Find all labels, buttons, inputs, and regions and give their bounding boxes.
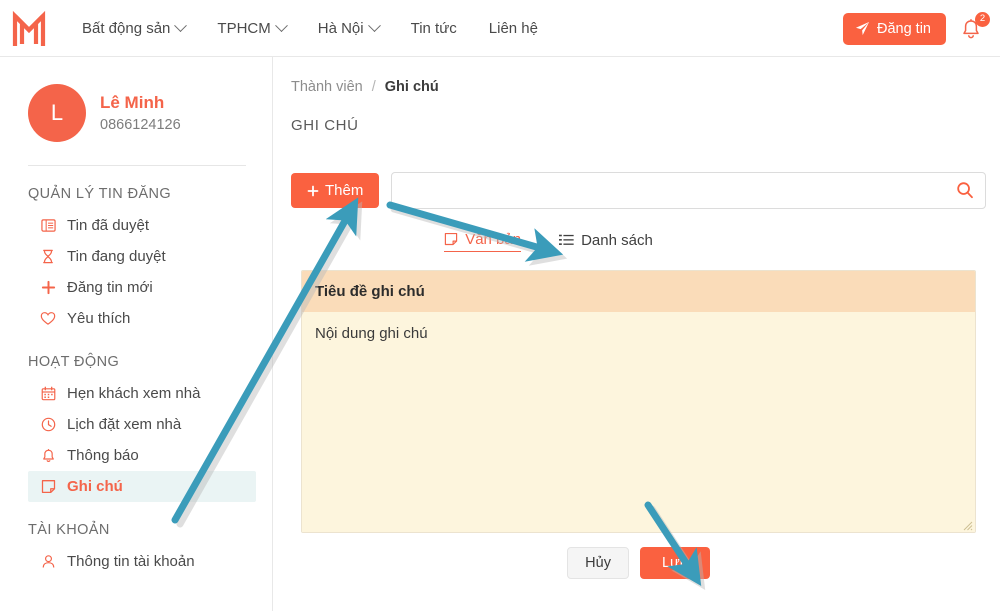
paper-plane-icon [855,21,870,36]
profile-phone: 0866124126 [100,116,181,133]
nav-label: Tin tức [410,19,457,37]
plus-icon [307,185,319,196]
note-icon [40,479,56,495]
heart-icon [40,311,56,327]
tab-label: Danh sách [581,231,653,249]
sidebar-item-label: Ghi chú [67,478,123,495]
chevron-down-icon [367,18,381,32]
nav-label: Liên hệ [488,19,538,37]
main-nav: Bất động sản TPHCM Hà Nội Tin tức Liên h… [66,14,554,43]
sidebar-item-label: Thông báo [67,447,139,464]
sidebar-item-label: Tin đã duyệt [67,217,149,234]
search-input[interactable] [391,172,986,209]
tab-van-ban[interactable]: Văn bản [444,231,522,252]
search-icon[interactable] [956,181,974,204]
list-box-icon [40,218,56,234]
main-content: Thành viên / Ghi chú GHI CHÚ Thêm Văn bả… [273,57,1000,611]
clock-icon [40,417,56,433]
nav-label: Bất động sản [82,19,171,37]
chevron-down-icon [174,18,188,32]
sidebar-item-label: Yêu thích [67,310,131,327]
hourglass-icon [40,249,56,265]
notes-toolbar: Thêm [291,172,986,209]
nav-item-lien-he[interactable]: Liên hệ [473,14,554,43]
nav-label: Hà Nội [317,19,364,37]
sidebar-item-thong-tin-tai-khoan[interactable]: Thông tin tài khoản [28,546,256,577]
sidebar-item-ghi-chu[interactable]: Ghi chú [28,471,256,502]
sidebar-section-title-listings: QUẢN LÝ TIN ĐĂNG [28,186,172,202]
calendar-icon [40,386,56,402]
sidebar-item-label: Lịch đặt xem nhà [67,416,182,433]
notifications-button[interactable]: 2 [960,11,990,44]
page-title: GHI CHÚ [291,117,359,134]
header-actions: Đăng tin 2 [842,0,990,57]
top-header: Bất động sản TPHCM Hà Nội Tin tức Liên h… [0,0,1000,57]
avatar: L [28,84,86,142]
plus-icon [40,280,56,296]
note-editor [301,270,976,533]
user-icon [40,554,56,570]
cancel-button[interactable]: Hủy [567,547,629,579]
note-body-textarea[interactable] [302,312,975,532]
chevron-down-icon [274,18,288,32]
add-note-label: Thêm [325,182,364,199]
sidebar-item-yeu-thich[interactable]: Yêu thích [28,303,256,334]
sidebar-item-hen-khach-xem-nha[interactable]: Hẹn khách xem nhà [28,378,256,409]
list-icon [559,232,574,249]
sidebar-item-label: Thông tin tài khoản [67,553,195,570]
nav-item-ha-noi[interactable]: Hà Nội [302,14,395,43]
add-note-button[interactable]: Thêm [291,173,380,208]
sidebar-item-label: Đăng tin mới [67,279,153,296]
breadcrumb-separator: / [371,79,376,95]
view-mode-tabs: Văn bản Danh sách [291,231,986,252]
sidebar: L Lê Minh 0866124126 QUẢN LÝ TIN ĐĂNG Ti… [0,57,273,611]
notification-badge: 2 [975,11,990,27]
tab-danh-sach[interactable]: Danh sách [559,232,653,252]
sidebar-section-title-account: TÀI KHOẢN [28,522,110,538]
sidebar-item-tin-da-duyet[interactable]: Tin đã duyệt [28,210,256,241]
sidebar-item-thong-bao[interactable]: Thông báo [28,440,256,471]
sidebar-item-label: Hẹn khách xem nhà [67,385,201,402]
sidebar-section-title-activity: HOẠT ĐỘNG [28,354,120,370]
note-title-input[interactable] [302,271,975,312]
page-body: L Lê Minh 0866124126 QUẢN LÝ TIN ĐĂNG Ti… [0,57,1000,611]
sidebar-item-label: Tin đang duyệt [67,248,166,265]
nav-item-bat-dong-san[interactable]: Bất động sản [66,14,201,43]
sidebar-item-dang-tin-moi[interactable]: Đăng tin mới [28,272,256,303]
post-listing-label: Đăng tin [876,20,931,37]
user-profile[interactable]: L Lê Minh 0866124126 [0,75,272,151]
breadcrumb-parent[interactable]: Thành viên [291,79,363,95]
note-actions: Hủy Lưu [291,547,986,579]
sidebar-item-lich-dat-xem-nha[interactable]: Lịch đặt xem nhà [28,409,256,440]
sidebar-item-tin-dang-duyet[interactable]: Tin đang duyệt [28,241,256,272]
tab-label: Văn bản [465,231,522,248]
nav-item-tphcm[interactable]: TPHCM [201,14,301,43]
search-box [391,172,986,209]
save-button[interactable]: Lưu [639,547,710,579]
bell-icon [40,448,56,464]
muaban-logo-icon [12,10,46,46]
breadcrumb: Thành viên / Ghi chú [291,79,986,95]
profile-name: Lê Minh [100,92,165,112]
post-listing-button[interactable]: Đăng tin [842,12,946,45]
site-logo[interactable] [0,0,58,56]
nav-item-tin-tuc[interactable]: Tin tức [395,14,473,43]
breadcrumb-current: Ghi chú [384,79,439,95]
note-icon [444,231,458,248]
nav-label: TPHCM [217,19,271,37]
